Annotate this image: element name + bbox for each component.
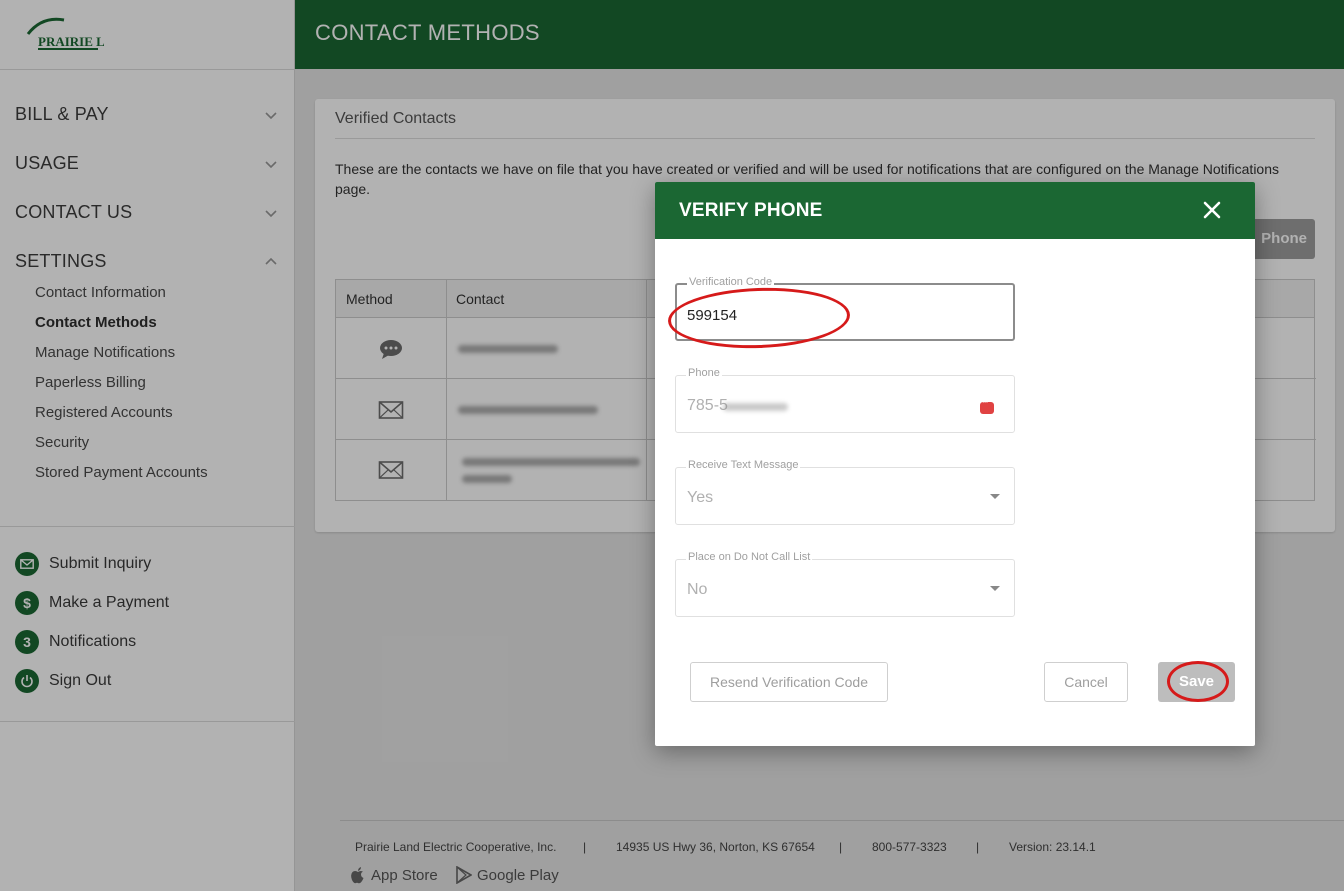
resend-verification-code-button[interactable]: Resend Verification Code: [690, 662, 888, 702]
field-label: Receive Text Message: [686, 459, 801, 471]
close-icon[interactable]: [1199, 197, 1225, 223]
field-label: Phone: [686, 367, 722, 379]
do-not-call-select: Place on Do Not Call List No: [675, 551, 1015, 617]
phone-input: 785-5: [687, 397, 728, 414]
redacted-phone: [723, 403, 788, 411]
sms-icon: [980, 397, 994, 414]
cancel-button[interactable]: Cancel: [1044, 662, 1128, 702]
annotation-circle-save: [1167, 661, 1229, 702]
field-label: Verification Code: [687, 276, 775, 288]
field-label: Place on Do Not Call List: [686, 551, 813, 563]
dropdown-caret-icon: [990, 586, 1000, 591]
dropdown-caret-icon: [990, 494, 1000, 499]
dialog-title: VERIFY PHONE: [679, 200, 823, 221]
verify-phone-dialog: VERIFY PHONE Verification Code 599154 Ph…: [655, 182, 1255, 746]
do-not-call-value: No: [687, 581, 708, 598]
receive-text-value: Yes: [687, 489, 714, 506]
dialog-header: VERIFY PHONE: [655, 182, 1255, 239]
receive-text-select: Receive Text Message Yes: [675, 459, 1015, 525]
phone-field: Phone 785-5: [675, 367, 1015, 433]
